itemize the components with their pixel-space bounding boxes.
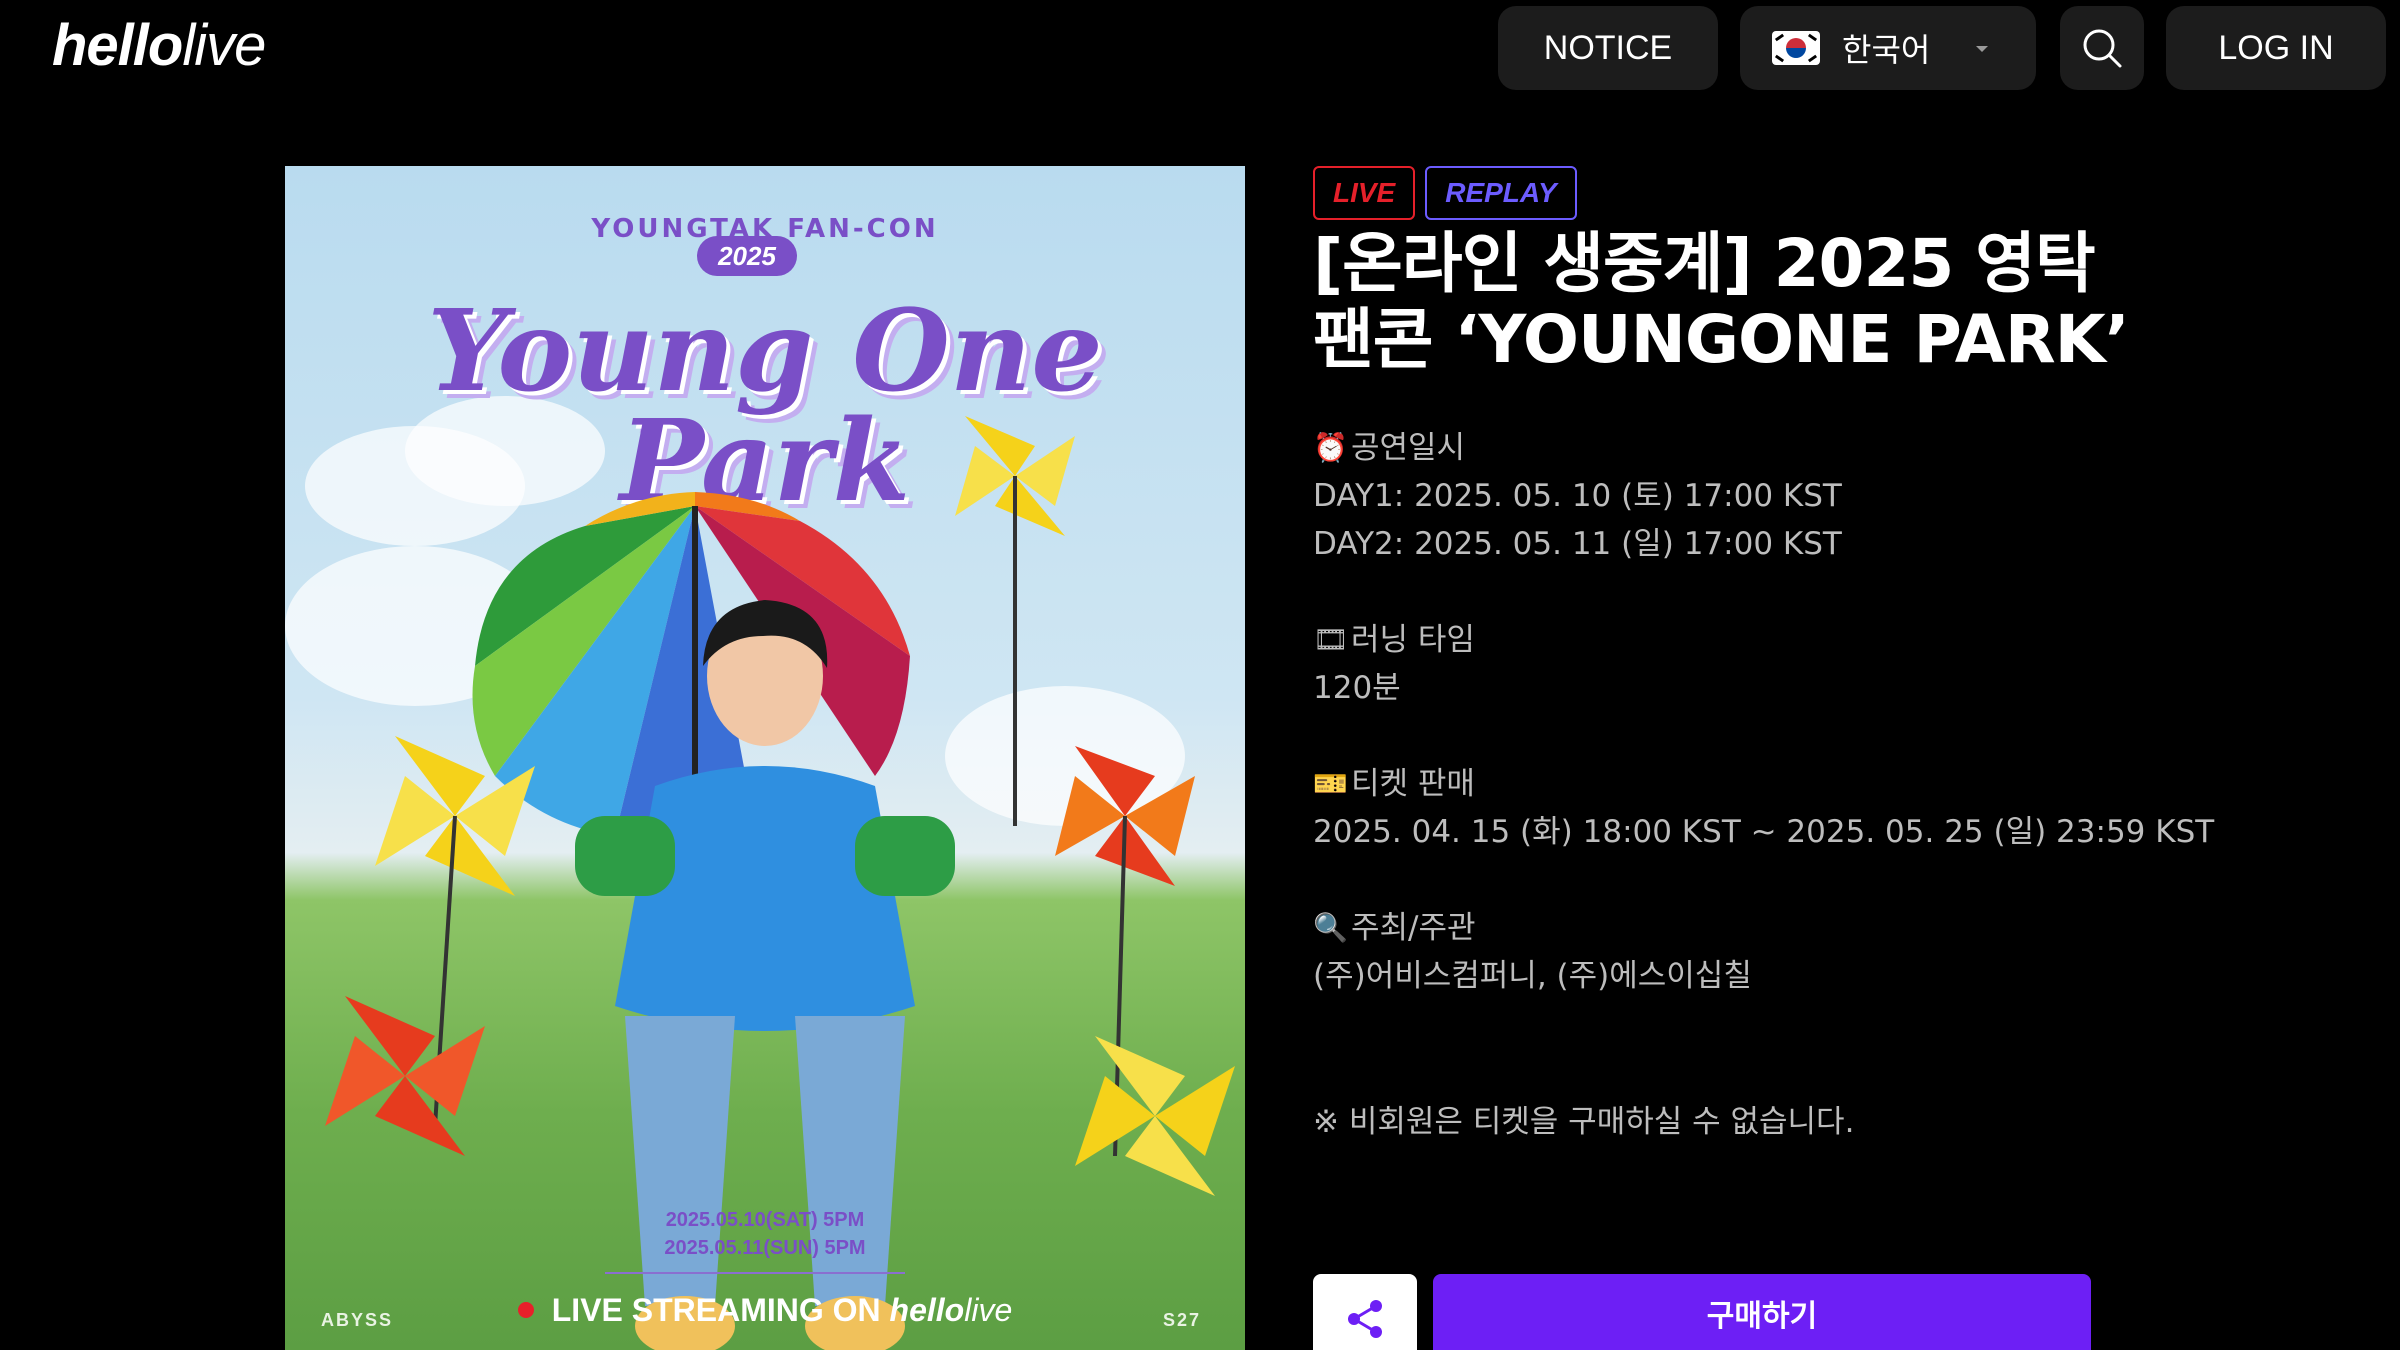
replay-badge: REPLAY [1425, 166, 1577, 220]
search-button[interactable] [2060, 6, 2144, 90]
poster-date-day2: 2025.05.11(SUN) 5PM [664, 1237, 866, 1259]
ticket-icon: 🎫 [1313, 767, 1348, 800]
ticket-sale-section: 🎫 티켓 판매 2025. 04. 15 (화) 18:00 KST ~ 2025… [1313, 760, 2214, 856]
poster-streaming-banner: LIVE STREAMING ON hellolive [285, 1292, 1245, 1329]
organizer-value: (주)어비스컴퍼니, (주)에스이십칠 [1313, 958, 1752, 994]
login-button[interactable]: LOG IN [2166, 6, 2386, 90]
notice-button[interactable]: NOTICE [1498, 6, 1718, 90]
film-icon: 🎞 [1313, 623, 1349, 656]
poster-dates: 2025.05.10(SAT) 5PM 2025.05.11(SUN) 5PM [285, 1206, 1245, 1262]
logo-bold-text: hello [52, 13, 183, 78]
buy-ticket-button[interactable]: 구매하기 [1433, 1274, 2091, 1350]
logo-light-text: live [182, 13, 266, 78]
ticket-sale-label: 티켓 판매 [1351, 766, 1475, 802]
streaming-brand-bold: hello [889, 1292, 965, 1328]
event-poster: YOUNGTAK FAN-CON 2025 Young One Park 202… [285, 166, 1245, 1350]
language-label: 한국어 [1842, 31, 1931, 69]
login-label: LOG IN [2218, 28, 2334, 67]
live-badge: LIVE [1313, 166, 1416, 220]
streaming-prefix: LIVE STREAMING ON [551, 1292, 890, 1328]
schedule-day2: DAY2: 2025. 05. 11 (일) 17:00 KST [1313, 526, 1842, 562]
running-time-section: 🎞 러닝 타임 120분 [1313, 616, 1475, 712]
running-time-value: 120분 [1313, 670, 1401, 706]
korea-flag-icon [1772, 31, 1820, 65]
poster-year-badge: 2025 [697, 236, 797, 276]
s27-logo: S27 [1162, 1310, 1201, 1330]
share-button[interactable] [1313, 1274, 1417, 1350]
organizer-label: 주최/주관 [1351, 910, 1476, 946]
event-badges: LIVE REPLAY [1313, 166, 1577, 220]
magnifier-icon: 🔍 [1313, 911, 1348, 944]
poster-divider [605, 1272, 905, 1274]
pinwheel-illustration [325, 996, 485, 1156]
member-notice: ※ 비회원은 티켓을 구매하실 수 없습니다. [1313, 1104, 1855, 1140]
caret-down-icon [1976, 46, 1988, 52]
organizer-section: 🔍 주최/주관 (주)어비스컴퍼니, (주)에스이십칠 [1313, 904, 1752, 1000]
event-title: [온라인 생중계] 2025 영탁 팬콘 ‘YOUNGONE PARK’ [1313, 225, 2130, 378]
schedule-day1: DAY1: 2025. 05. 10 (토) 17:00 KST [1313, 478, 1842, 514]
language-selector[interactable]: 한국어 [1740, 6, 2036, 90]
notice-label: NOTICE [1543, 28, 1673, 67]
streaming-brand-light: live [964, 1292, 1013, 1328]
buy-button-label: 구매하기 [1706, 1299, 1818, 1334]
ticket-sale-value: 2025. 04. 15 (화) 18:00 KST ~ 2025. 05. 2… [1313, 814, 2215, 850]
poster-date-day1: 2025.05.10(SAT) 5PM [665, 1209, 865, 1231]
running-time-label: 러닝 타임 [1351, 622, 1475, 658]
schedule-label: 공연일시 [1351, 430, 1466, 466]
live-dot-icon [517, 1302, 534, 1318]
hellolive-logo[interactable]: hellolive [52, 13, 266, 78]
alarm-clock-icon: ⏰ [1313, 431, 1348, 464]
share-icon [1348, 1300, 1382, 1338]
abyss-company-logo: ABYSS [321, 1310, 394, 1330]
schedule-section: ⏰ 공연일시 DAY1: 2025. 05. 10 (토) 17:00 KST D… [1313, 424, 1842, 568]
search-icon [2083, 29, 2122, 68]
